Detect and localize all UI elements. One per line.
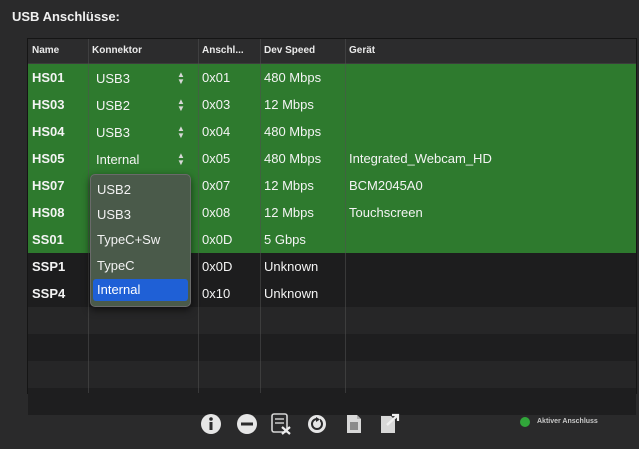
connector-option-typec-sw[interactable]: TypeC+Sw (93, 229, 188, 251)
cell-device: Integrated_Webcam_HD (349, 151, 492, 166)
cell-name: HS07 (32, 178, 65, 193)
cell-device (345, 280, 636, 307)
column-header-port[interactable]: Anschl... (198, 39, 260, 63)
cell-name: SSP1 (32, 259, 66, 274)
column-header-device[interactable]: Gerät (345, 39, 636, 63)
cell-name: SS01 (32, 232, 64, 247)
column-divider (345, 39, 346, 393)
connector-select[interactable]: USB2 (96, 91, 130, 118)
cell-device (345, 91, 636, 118)
cell-device: Touchscreen (349, 205, 423, 220)
column-divider (88, 39, 89, 393)
export-icon[interactable] (343, 413, 365, 435)
cell-port: 0x0D (202, 259, 233, 274)
column-header-connector[interactable]: Konnektor (88, 39, 198, 63)
cell-device: BCM2045A0 (349, 178, 423, 193)
refresh-icon[interactable] (306, 413, 328, 435)
connector-select[interactable]: USB3 (96, 118, 130, 145)
clear-list-icon[interactable] (270, 413, 292, 435)
cell-speed: 12 Mbps (264, 178, 314, 193)
cell-speed: 5 Gbps (264, 232, 306, 247)
cell-name: HS01 (32, 70, 65, 85)
cell-name: HS03 (32, 97, 65, 112)
empty-row (28, 361, 636, 388)
table-row[interactable]: HS05 0x05 480 Mbps Integrated_Webcam_HD Inte… (28, 145, 636, 172)
cell-speed: 480 Mbps (264, 151, 322, 166)
cell-device (345, 226, 636, 253)
connector-option-typec[interactable]: TypeC (93, 255, 188, 277)
legend-label: Aktiver Anschluss (537, 418, 598, 425)
remove-icon[interactable] (236, 413, 258, 435)
cell-device (345, 64, 636, 91)
cell-speed: 12 Mbps (264, 205, 314, 220)
cell-speed: Unknown (264, 286, 319, 301)
connector-option-usb3[interactable]: USB3 (93, 204, 188, 226)
empty-row (28, 307, 636, 334)
cell-port: 0x10 (202, 286, 231, 301)
table-header: Name Konnektor Anschl... Dev Speed Gerät (28, 39, 636, 64)
connector-select[interactable]: Internal (96, 145, 139, 172)
connector-select[interactable]: USB3 (96, 64, 130, 91)
cell-port: 0x07 (202, 178, 231, 193)
column-divider (260, 39, 261, 393)
import-icon[interactable] (378, 413, 400, 435)
cell-port: 0x05 (202, 151, 231, 166)
cell-port: 0x0D (202, 232, 233, 247)
connector-option-usb2[interactable]: USB2 (93, 179, 188, 201)
chevron-updown-icon[interactable]: ▲ ▼ (176, 98, 186, 113)
cell-port: 0x01 (202, 70, 231, 85)
info-icon[interactable] (200, 413, 222, 435)
table-row[interactable]: HS03 0x03 12 Mbps USB2 ▲ ▼ (28, 91, 636, 118)
cell-speed: 12 Mbps (264, 97, 314, 112)
cell-speed: Unknown (264, 259, 319, 274)
cell-device (345, 118, 636, 145)
column-header-speed[interactable]: Dev Speed (260, 39, 345, 63)
chevron-updown-icon[interactable]: ▲ ▼ (176, 125, 186, 140)
cell-port: 0x08 (202, 205, 231, 220)
cell-speed: 480 Mbps (264, 70, 322, 85)
cell-name: SSP4 (32, 286, 66, 301)
column-header-name[interactable]: Name (28, 39, 88, 63)
connector-dropdown-menu: USB2 USB3 TypeC+Sw TypeC Internal (90, 174, 191, 307)
cell-name: HS04 (32, 124, 65, 139)
cell-port: 0x04 (202, 124, 231, 139)
connector-option-internal[interactable]: Internal (93, 279, 188, 301)
chevron-updown-icon[interactable]: ▲ ▼ (176, 152, 186, 167)
bottom-toolbar: Aktiver Anschluss (0, 393, 639, 449)
chevron-updown-icon[interactable]: ▲ ▼ (176, 71, 186, 86)
empty-row (28, 334, 636, 361)
table-row[interactable]: HS01 0x01 480 Mbps USB3 ▲ ▼ (28, 64, 636, 91)
table-row[interactable]: HS04 0x04 480 Mbps USB3 ▲ ▼ (28, 118, 636, 145)
cell-speed: 480 Mbps (264, 124, 322, 139)
column-divider (198, 39, 199, 393)
active-indicator-icon (520, 417, 530, 427)
section-title: USB Anschlüsse: (12, 9, 120, 24)
cell-port: 0x03 (202, 97, 231, 112)
cell-device (345, 253, 636, 280)
cell-name: HS08 (32, 205, 65, 220)
cell-name: HS05 (32, 151, 65, 166)
